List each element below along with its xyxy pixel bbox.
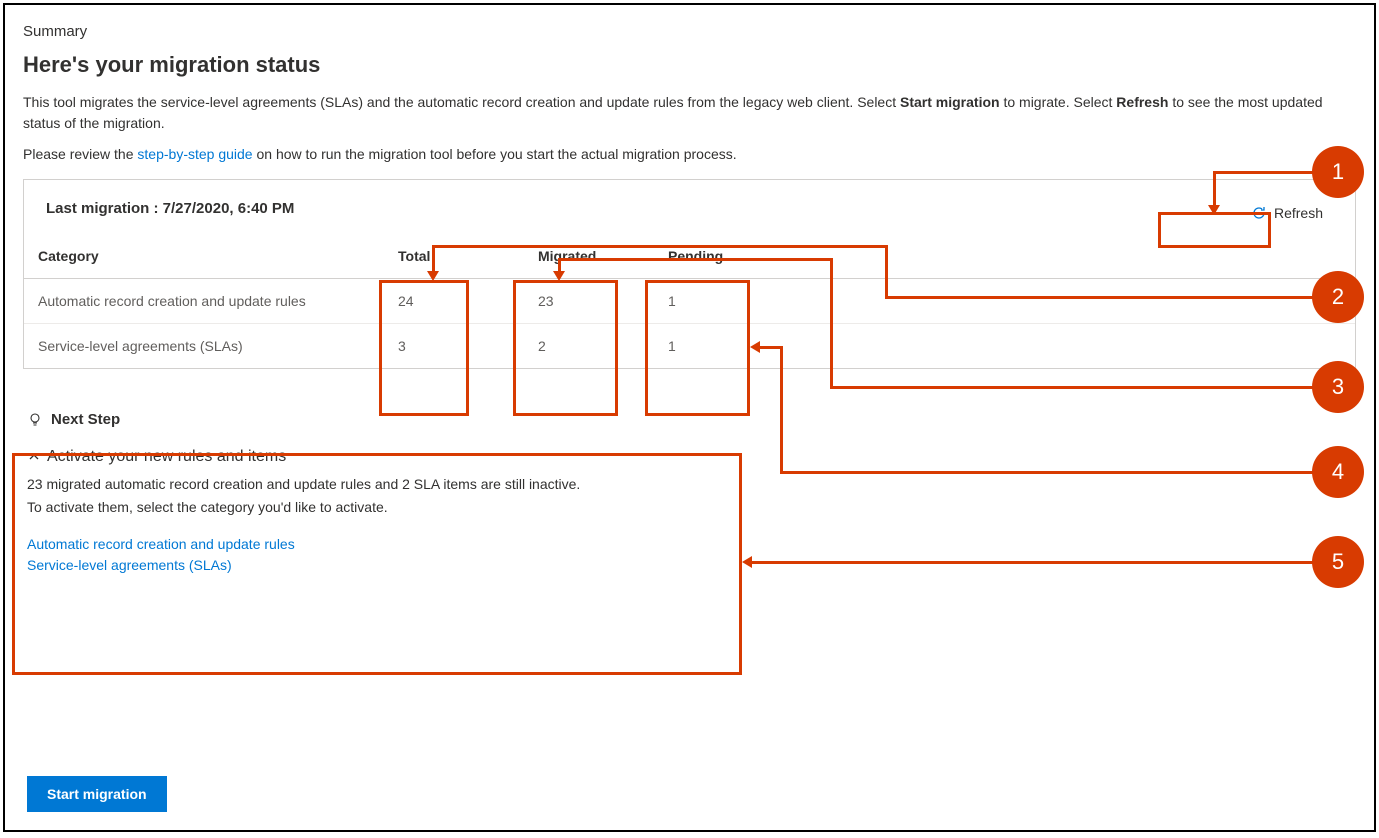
cell-pending: 1 — [668, 338, 808, 354]
link-slas[interactable]: Service-level agreements (SLAs) — [27, 555, 1356, 576]
cell-category: Service-level agreements (SLAs) — [38, 338, 398, 354]
step-by-step-link[interactable]: step-by-step guide — [137, 146, 252, 162]
cell-category: Automatic record creation and update rul… — [38, 293, 398, 309]
next-step-header: Next Step — [27, 411, 1356, 428]
chevron-up-icon — [27, 450, 41, 464]
header-total: Total — [398, 248, 538, 264]
desc1-pre: This tool migrates the service-level agr… — [23, 94, 900, 110]
page-heading: Here's your migration status — [23, 52, 1356, 78]
desc2-post: on how to run the migration tool before … — [253, 146, 737, 162]
table-row: Service-level agreements (SLAs) 3 2 1 — [24, 324, 1355, 368]
header-pending: Pending — [668, 248, 808, 264]
table-header: Category Total Migrated Pending — [24, 238, 1355, 279]
refresh-icon — [1251, 205, 1267, 221]
activate-heading: Activate your new rules and items — [47, 448, 286, 466]
link-automatic-rules[interactable]: Automatic record creation and update rul… — [27, 534, 1356, 555]
desc1-bold1: Start migration — [900, 94, 1000, 110]
desc1-mid: to migrate. Select — [1000, 94, 1117, 110]
activate-links: Automatic record creation and update rul… — [27, 534, 1356, 576]
activate-header-toggle[interactable]: Activate your new rules and items — [27, 448, 1356, 466]
next-step-section: Next Step Activate your new rules and it… — [23, 411, 1356, 576]
lightbulb-icon — [27, 412, 43, 428]
header-category: Category — [38, 248, 398, 264]
activate-line2: To activate them, select the category yo… — [27, 497, 1356, 518]
next-step-label: Next Step — [51, 411, 120, 428]
desc2-pre: Please review the — [23, 146, 137, 162]
main-container: Summary Here's your migration status Thi… — [3, 3, 1376, 832]
last-migration-label: Last migration : 7/27/2020, 6:40 PM — [46, 200, 294, 217]
panel-header: Last migration : 7/27/2020, 6:40 PM Refr… — [24, 180, 1355, 238]
start-migration-button[interactable]: Start migration — [27, 776, 167, 812]
description-1: This tool migrates the service-level agr… — [23, 92, 1356, 134]
summary-label: Summary — [23, 23, 1356, 40]
cell-migrated: 2 — [538, 338, 668, 354]
header-migrated: Migrated — [538, 248, 668, 264]
cell-migrated: 23 — [538, 293, 668, 309]
table-row: Automatic record creation and update rul… — [24, 279, 1355, 324]
cell-total: 3 — [398, 338, 538, 354]
status-panel: Last migration : 7/27/2020, 6:40 PM Refr… — [23, 179, 1356, 369]
refresh-button[interactable]: Refresh — [1241, 200, 1333, 226]
cell-total: 24 — [398, 293, 538, 309]
refresh-label: Refresh — [1274, 205, 1323, 221]
cell-pending: 1 — [668, 293, 808, 309]
activate-line1: 23 migrated automatic record creation an… — [27, 474, 1356, 495]
desc1-bold2: Refresh — [1116, 94, 1168, 110]
description-2: Please review the step-by-step guide on … — [23, 144, 1356, 165]
